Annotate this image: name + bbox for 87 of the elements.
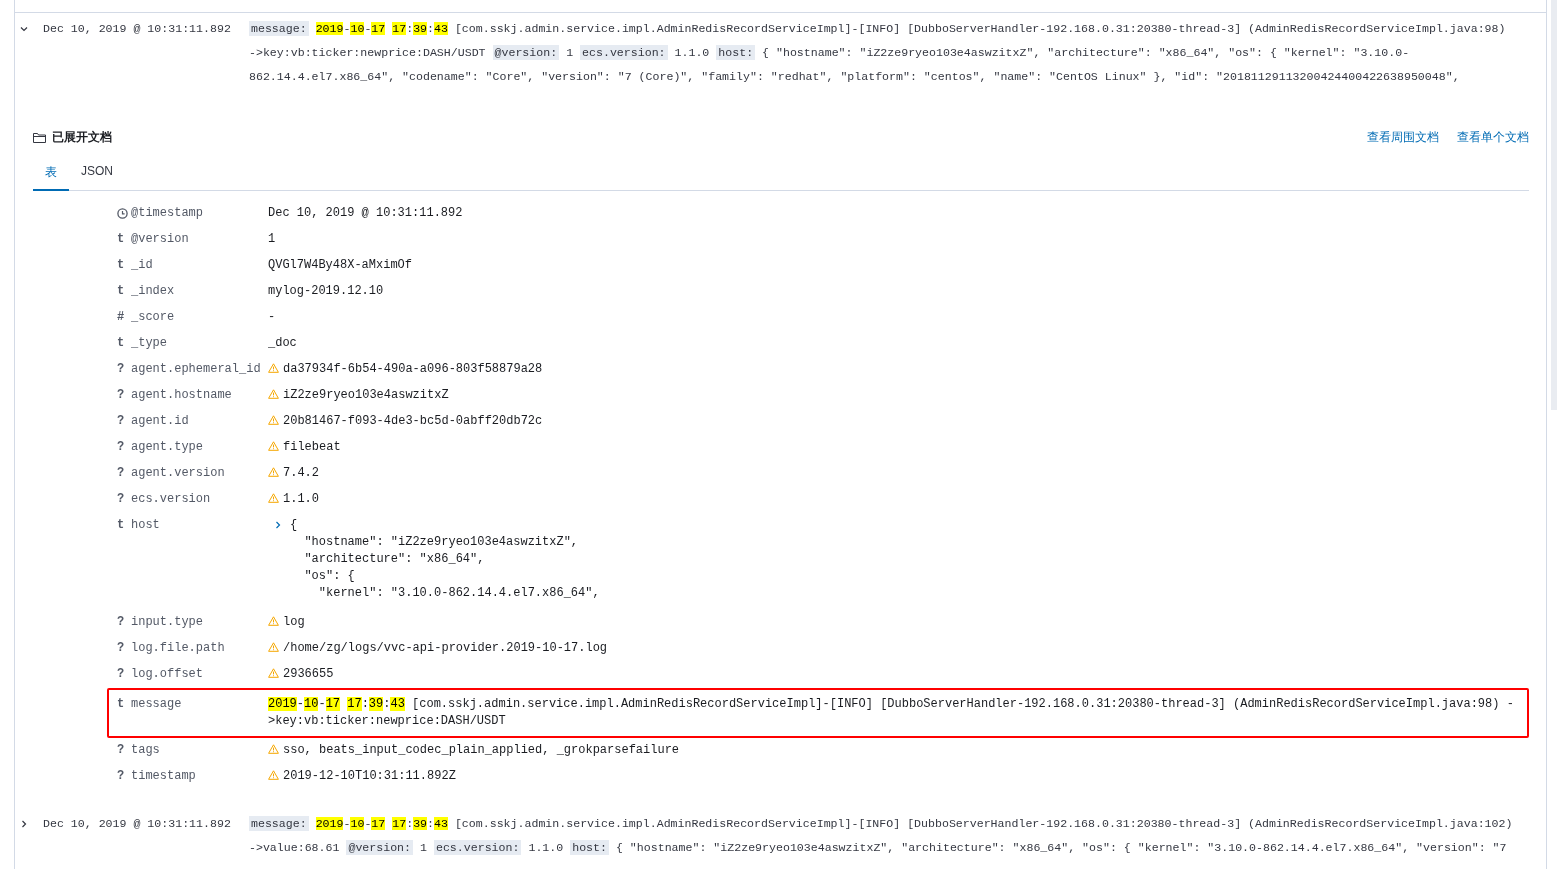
field-type-label: ? bbox=[117, 361, 125, 377]
field-value: Dec 10, 2019 @ 10:31:11.892 bbox=[268, 205, 463, 221]
document-time: Dec 10, 2019 @ 10:31:11.892 bbox=[43, 816, 232, 832]
log-text: 1.1.0 bbox=[674, 46, 710, 59]
field-key: host: bbox=[716, 45, 756, 60]
field-name: ecs.version bbox=[131, 491, 212, 507]
field-name: _index bbox=[131, 283, 176, 299]
field-type-label: ? bbox=[117, 666, 125, 682]
tab[interactable]: 表 bbox=[33, 154, 69, 191]
field-name: _type bbox=[131, 335, 168, 351]
field-name: timestamp bbox=[131, 768, 197, 784]
field-value: sso, beats_input_codec_plain_applied, _grokparsefailure bbox=[283, 742, 680, 758]
field-name: host bbox=[131, 517, 161, 533]
field-name: log.file.path bbox=[131, 640, 226, 656]
field-value: iZ2ze9ryeo103e4aswzitxZ bbox=[283, 387, 449, 403]
link[interactable]: 查看周围文档 bbox=[1367, 129, 1439, 146]
field-value: /home/zg/logs/vvc-api-provider.2019-10-17.log bbox=[283, 640, 608, 656]
folder-icon bbox=[33, 132, 46, 143]
field-type-label: ? bbox=[117, 413, 125, 429]
field-value: da37934f-6b54-490a-a096-803f58879a28 bbox=[283, 361, 543, 377]
field-value: filebeat bbox=[283, 439, 341, 455]
field-name: agent.hostname bbox=[131, 387, 233, 403]
field-value: 2019-12-10T10:31:11.892Z bbox=[283, 768, 456, 784]
field-name: @timestamp bbox=[131, 205, 204, 221]
field-type-label: t bbox=[117, 335, 125, 351]
field-type-label: t bbox=[117, 283, 125, 299]
tab[interactable]: JSON bbox=[69, 154, 125, 191]
field-type-label: ? bbox=[117, 491, 125, 507]
chevron-down-icon[interactable] bbox=[19, 24, 29, 34]
field-type-label: t bbox=[117, 231, 125, 247]
log-text: 1 bbox=[420, 841, 427, 854]
log-text: ->value:68.61 bbox=[249, 841, 340, 854]
field-name: agent.type bbox=[131, 439, 204, 455]
field-name: _score bbox=[131, 309, 176, 325]
field-name: _id bbox=[131, 257, 154, 273]
field-key: @version: bbox=[492, 45, 560, 60]
log-text: 1 bbox=[566, 46, 574, 59]
field-value: 2936655 bbox=[283, 666, 334, 682]
field-key: host: bbox=[570, 840, 609, 855]
field-type-label: ? bbox=[117, 465, 125, 481]
field-value: { "hostname": "iZ2ze9ryeo103e4aswzitxZ", "architecture": "x86_64", "os": { "kernel": "3.10.0-862.14.4.el7.x86_64", bbox=[290, 517, 600, 602]
field-type-label: ? bbox=[117, 387, 125, 403]
field-value: 1 bbox=[268, 231, 276, 247]
field-value: QVGl7W4By48X-aMximOf bbox=[268, 257, 413, 273]
field-value: log bbox=[283, 614, 305, 630]
field-name: agent.version bbox=[131, 465, 226, 481]
field-type-label: # bbox=[117, 309, 125, 325]
field-type-label: ? bbox=[117, 439, 125, 455]
field-name: tags bbox=[131, 742, 161, 758]
field-name: message bbox=[131, 696, 183, 712]
field-type-label: t bbox=[117, 696, 125, 712]
field-name: agent.ephemeral_id bbox=[131, 361, 262, 377]
log-text: 862.14.4.el7.x86_64", "codename": "Core", "version": "7 (Core)", "family": "redhat", "platform": "centos", "name": "CentOS Linux" }, "id": "20181129113200424400422638950048", bbox=[249, 70, 1460, 83]
field-type-label: ? bbox=[117, 742, 125, 758]
log-text: { "hostname": "iZ2ze9ryeo103e4aswzitxZ", "architecture": "x86_64", "os": { "kernel": "3.10.0-862.14.4.el7.x86_64", "version": "7 bbox=[615, 841, 1507, 854]
log-text: [com.sskj.admin.service.impl.AdminRedisRecordServiceImpl]-[INFO] [DubboServerHandler-192.168.0.31:20380-thread-3] (AdminRedisRecordServiceImpl.java:102) bbox=[454, 817, 1513, 830]
field-key: ecs.version: bbox=[433, 840, 522, 855]
field-name: input.type bbox=[131, 614, 204, 630]
field-value: 7.4.2 bbox=[283, 465, 319, 481]
link[interactable]: 查看单个文档 bbox=[1457, 129, 1529, 146]
field-key: message: bbox=[249, 21, 309, 36]
log-text: { "hostname": "iZ2ze9ryeo103e4aswzitxZ", "architecture": "x86_64", "os": { "kernel": "3.10.0- bbox=[762, 46, 1410, 59]
field-name: @version bbox=[131, 231, 190, 247]
section-title: 已展开文档 bbox=[52, 129, 112, 146]
chevron-right-icon[interactable] bbox=[19, 819, 29, 829]
log-text: ->key:vb:ticker:newprice:DASH/USDT bbox=[249, 46, 486, 59]
field-key: ecs.version: bbox=[580, 45, 668, 60]
log-text: 1.1.0 bbox=[528, 841, 564, 854]
field-type-label: t bbox=[117, 517, 125, 533]
field-value: 1.1.0 bbox=[283, 491, 319, 507]
field-name: agent.id bbox=[131, 413, 190, 429]
field-key: message: bbox=[249, 816, 309, 831]
log-text: [com.sskj.admin.service.impl.AdminRedisRecordServiceImpl]-[INFO] [DubboServerHandler-192.168.0.31:20380-thread-3] (AdminRedisRecordServiceImpl.java:98) bbox=[454, 22, 1506, 35]
field-type-label: ? bbox=[117, 640, 125, 656]
clock-icon bbox=[117, 207, 128, 219]
chevron-right-icon[interactable] bbox=[274, 520, 282, 530]
field-type-label: t bbox=[117, 257, 125, 273]
field-value: 20b81467-f093-4de3-bc5d-0abff20db72c bbox=[283, 413, 543, 429]
field-type-label: ? bbox=[117, 768, 125, 784]
field-value: 2019-10-17 17:39:43 [com.sskj.admin.service.impl.AdminRedisRecordServiceImpl]-[INFO] [DubboServerHandler-192.168.0.31:20380-thread-3] (AdminRedisRecordServiceImpl.java:98) ->key:vb:ticker:newprice:DASH/USDT bbox=[268, 696, 1515, 730]
field-key: @version: bbox=[346, 840, 414, 855]
document-time: Dec 10, 2019 @ 10:31:11.892 bbox=[43, 21, 232, 37]
field-value: - bbox=[268, 309, 276, 325]
field-type-label: ? bbox=[117, 614, 125, 630]
field-value: _doc bbox=[268, 335, 297, 351]
field-value: mylog-2019.12.10 bbox=[268, 283, 384, 299]
field-name: log.offset bbox=[131, 666, 204, 682]
